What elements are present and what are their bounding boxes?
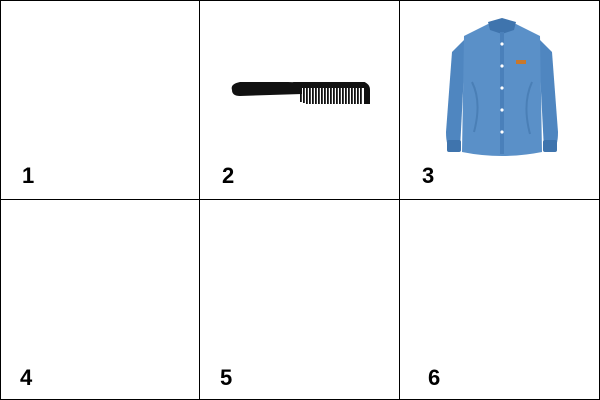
picture-grid: 1 2 3 4 5 6 xyxy=(0,0,600,400)
grid-border xyxy=(0,0,600,400)
